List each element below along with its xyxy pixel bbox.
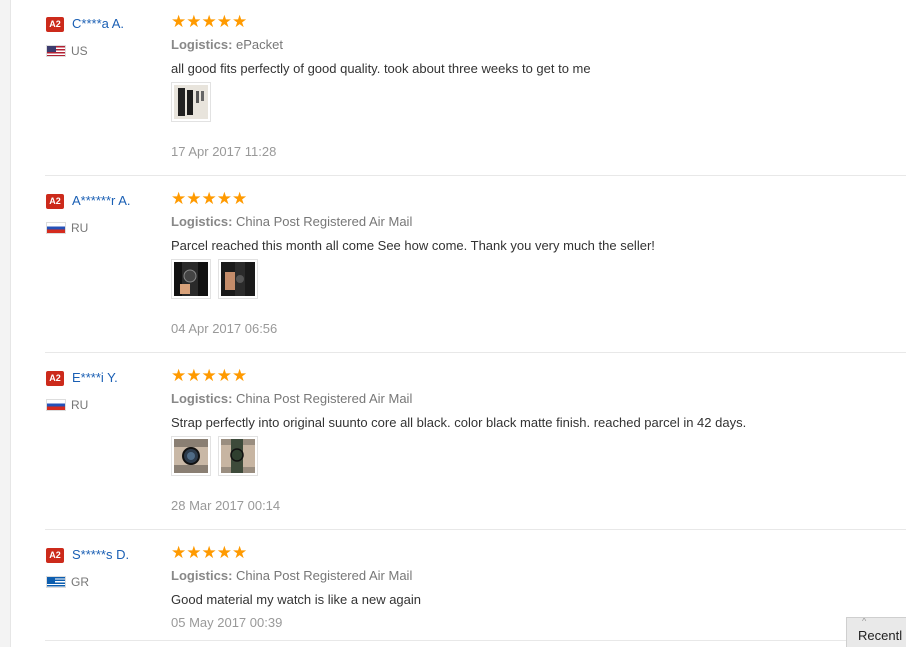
feedback-date: 05 May 2017 00:39 (171, 615, 283, 630)
feedback-date: 17 Apr 2017 11:28 (171, 144, 277, 159)
country-code: RU (71, 221, 89, 235)
feedback-photo-thumbnail[interactable] (171, 82, 211, 122)
feedback-text: Parcel reached this month all come See h… (171, 238, 655, 253)
logistics-value: China Post Registered Air Mail (236, 214, 413, 229)
strap-photo-image (174, 85, 208, 119)
star-rating: ★★★★★ (171, 12, 248, 31)
feedback-item: A2 C****a A. US ★★★★★ Logistics: ePacket… (45, 12, 906, 176)
feedback-text: Good material my watch is like a new aga… (171, 592, 422, 607)
feedback-text: Strap perfectly into original suunto cor… (171, 415, 747, 430)
buyer-name[interactable]: S*****s D. (72, 547, 129, 562)
country-code: RU (71, 398, 89, 412)
buyer-name[interactable]: E****i Y. (72, 370, 118, 385)
feedback-photo-thumbnail[interactable] (218, 436, 258, 476)
feedback-text: all good fits perfectly of good quality.… (171, 61, 591, 76)
watch-photo-image (174, 439, 208, 473)
star-rating: ★★★★★ (171, 543, 248, 562)
logistics-label: Logistics: (171, 214, 233, 229)
logistics-info: Logistics: China Post Registered Air Mai… (171, 214, 412, 229)
recently-viewed-tab[interactable]: ^ Recentl (846, 617, 906, 647)
buyer-level-badge: A2 (46, 194, 64, 209)
ru-flag-icon (46, 399, 66, 411)
watch-photo-image (221, 262, 255, 296)
ru-flag-icon (46, 222, 66, 234)
buyer-level-badge: A2 (46, 548, 64, 563)
buyer-level-badge: A2 (46, 371, 64, 386)
logistics-value: China Post Registered Air Mail (236, 568, 413, 583)
country-code: US (71, 44, 88, 58)
star-rating: ★★★★★ (171, 189, 248, 208)
star-rating: ★★★★★ (171, 366, 248, 385)
feedback-item: A2 S*****s D. GR ★★★★★ Logistics: China … (45, 543, 906, 641)
logistics-label: Logistics: (171, 391, 233, 406)
feedback-photo-thumbnail[interactable] (171, 436, 211, 476)
recently-viewed-label: Recentl (858, 628, 903, 643)
country-code: GR (71, 575, 89, 589)
logistics-info: Logistics: ePacket (171, 37, 283, 52)
logistics-label: Logistics: (171, 568, 233, 583)
logistics-info: Logistics: China Post Registered Air Mai… (171, 391, 412, 406)
feedback-date: 04 Apr 2017 06:56 (171, 321, 278, 336)
logistics-value: ePacket (236, 37, 284, 52)
feedback-item: A2 E****i Y. RU ★★★★★ Logistics: China P… (45, 366, 906, 530)
buyer-level-badge: A2 (46, 17, 64, 32)
feedback-photo-thumbnail[interactable] (171, 259, 211, 299)
buyer-name[interactable]: C****a A. (72, 16, 124, 31)
chevron-up-icon: ^ (862, 617, 867, 626)
buyer-name[interactable]: A******r A. (72, 193, 131, 208)
logistics-info: Logistics: China Post Registered Air Mai… (171, 568, 412, 583)
gr-flag-icon (46, 576, 66, 588)
left-border (0, 0, 11, 647)
feedback-date: 28 Mar 2017 00:14 (171, 498, 281, 513)
logistics-label: Logistics: (171, 37, 233, 52)
watch-photo-image (174, 262, 208, 296)
watch-photo-image (221, 439, 255, 473)
feedback-photo-thumbnail[interactable] (218, 259, 258, 299)
logistics-value: China Post Registered Air Mail (236, 391, 413, 406)
feedback-item: A2 A******r A. RU ★★★★★ Logistics: China… (45, 189, 906, 353)
us-flag-icon (46, 45, 66, 57)
